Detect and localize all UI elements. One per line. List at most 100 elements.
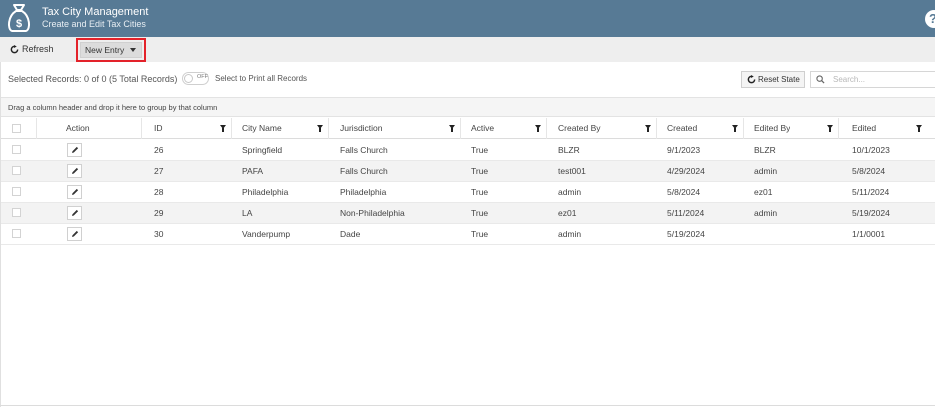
edit-button[interactable] [67, 206, 82, 220]
search-box [810, 71, 935, 88]
cell-id: 29 [154, 208, 164, 218]
pencil-icon [72, 230, 79, 237]
row-checkbox[interactable] [12, 229, 21, 238]
column-divider [36, 118, 37, 139]
cell-created: 4/29/2024 [667, 166, 705, 176]
grid-bottom-border [0, 405, 935, 406]
column-header-created[interactable]: Created [667, 118, 697, 139]
column-header-jurisdiction[interactable]: Jurisdiction [340, 118, 383, 139]
refresh-icon [747, 75, 756, 84]
row-checkbox[interactable] [12, 208, 21, 217]
pencil-icon [72, 167, 79, 174]
column-header-id[interactable]: ID [154, 118, 163, 139]
cell-active: True [471, 187, 489, 197]
row-checkbox[interactable] [12, 166, 21, 175]
column-header-active[interactable]: Active [471, 118, 494, 139]
app-header: $ Tax City Management Create and Edit Ta… [0, 0, 935, 37]
cell-active: True [471, 229, 489, 239]
cell-edited: 5/8/2024 [852, 166, 886, 176]
column-header-edited-by[interactable]: Edited By [754, 118, 790, 139]
column-divider [141, 118, 142, 139]
cell-id: 30 [154, 229, 164, 239]
filter-icon[interactable] [220, 125, 226, 132]
cell-created-by: admin [558, 187, 582, 197]
column-divider [328, 118, 329, 139]
edit-button[interactable] [67, 164, 82, 178]
cell-jurisdiction: Philadelphia [340, 187, 387, 197]
edit-button[interactable] [67, 227, 82, 241]
column-divider [231, 118, 232, 139]
cell-created-by: ez01 [558, 208, 577, 218]
money-bag-icon: $ [7, 4, 31, 32]
print-all-toggle[interactable]: OFF [182, 72, 209, 85]
table-row[interactable]: 26 Springfield Falls Church True BLZR 9/… [0, 140, 935, 161]
table-row[interactable]: 27 PAFA Falls Church True test001 4/29/2… [0, 161, 935, 182]
refresh-button[interactable]: Refresh [4, 41, 60, 58]
cell-active: True [471, 166, 489, 176]
cell-city-name: Vanderpump [242, 229, 291, 239]
filter-icon[interactable] [827, 125, 833, 132]
row-checkbox[interactable] [12, 145, 21, 154]
grid-left-border [0, 62, 1, 407]
print-all-label: Select to Print all Records [215, 74, 308, 83]
column-divider [656, 118, 657, 139]
column-header-action[interactable]: Action [66, 118, 90, 139]
page-title: Tax City Management [42, 6, 149, 18]
cell-jurisdiction: Falls Church [340, 145, 388, 155]
pencil-icon [72, 209, 79, 216]
edit-button[interactable] [67, 185, 82, 199]
refresh-label: Refresh [22, 44, 54, 54]
cell-city-name: Springfield [242, 145, 283, 155]
select-all-checkbox[interactable] [12, 124, 21, 133]
cell-created: 5/8/2024 [667, 187, 701, 197]
cell-created-by: test001 [558, 166, 586, 176]
svg-text:$: $ [16, 18, 22, 30]
cell-created-by: admin [558, 229, 582, 239]
filter-icon[interactable] [645, 125, 651, 132]
column-header-city-name[interactable]: City Name [242, 118, 282, 139]
refresh-icon [10, 45, 19, 54]
group-by-bar[interactable]: Drag a column header and drop it here to… [0, 97, 935, 117]
selection-status-bar: Selected Records: 0 of 0 (5 Total Record… [0, 62, 935, 95]
page-subtitle: Create and Edit Tax Cities [42, 19, 146, 29]
cell-edited-by: admin [754, 208, 778, 218]
cell-jurisdiction: Falls Church [340, 166, 388, 176]
filter-icon[interactable] [449, 125, 455, 132]
search-icon [816, 75, 825, 84]
filter-icon[interactable] [317, 125, 323, 132]
cell-jurisdiction: Non-Philadelphia [340, 208, 405, 218]
pencil-icon [72, 188, 79, 195]
cell-edited-by: admin [754, 166, 778, 176]
column-header-edited[interactable]: Edited [852, 118, 876, 139]
cell-created: 9/1/2023 [667, 145, 701, 155]
column-divider [838, 118, 839, 139]
filter-icon[interactable] [916, 125, 922, 132]
cell-created: 5/11/2024 [667, 208, 705, 218]
cell-jurisdiction: Dade [340, 229, 361, 239]
table-row[interactable]: 28 Philadelphia Philadelphia True admin … [0, 182, 935, 203]
group-by-hint: Drag a column header and drop it here to… [8, 103, 218, 112]
cell-created-by: BLZR [558, 145, 580, 155]
grid-header: Action ID City Name Jurisdiction Active … [0, 118, 935, 139]
reset-state-button[interactable]: Reset State [741, 71, 805, 88]
cell-edited: 10/1/2023 [852, 145, 890, 155]
cell-edited: 5/19/2024 [852, 208, 890, 218]
filter-icon[interactable] [732, 125, 738, 132]
table-row[interactable]: 29 LA Non-Philadelphia True ez01 5/11/20… [0, 203, 935, 224]
filter-icon[interactable] [535, 125, 541, 132]
cell-created: 5/19/2024 [667, 229, 705, 239]
column-header-created-by[interactable]: Created By [558, 118, 601, 139]
selected-records-text: Selected Records: 0 of 0 (5 Total Record… [8, 74, 178, 84]
cell-edited-by: ez01 [754, 187, 773, 197]
search-input[interactable] [833, 73, 933, 86]
toggle-state-label: OFF [197, 74, 208, 80]
help-icon[interactable]: ? [925, 10, 935, 28]
row-checkbox[interactable] [12, 187, 21, 196]
column-divider [546, 118, 547, 139]
edit-button[interactable] [67, 143, 82, 157]
column-divider [460, 118, 461, 139]
table-row[interactable]: 30 Vanderpump Dade True admin 5/19/2024 … [0, 224, 935, 245]
pencil-icon [72, 146, 79, 153]
cell-active: True [471, 208, 489, 218]
cell-edited-by: BLZR [754, 145, 776, 155]
